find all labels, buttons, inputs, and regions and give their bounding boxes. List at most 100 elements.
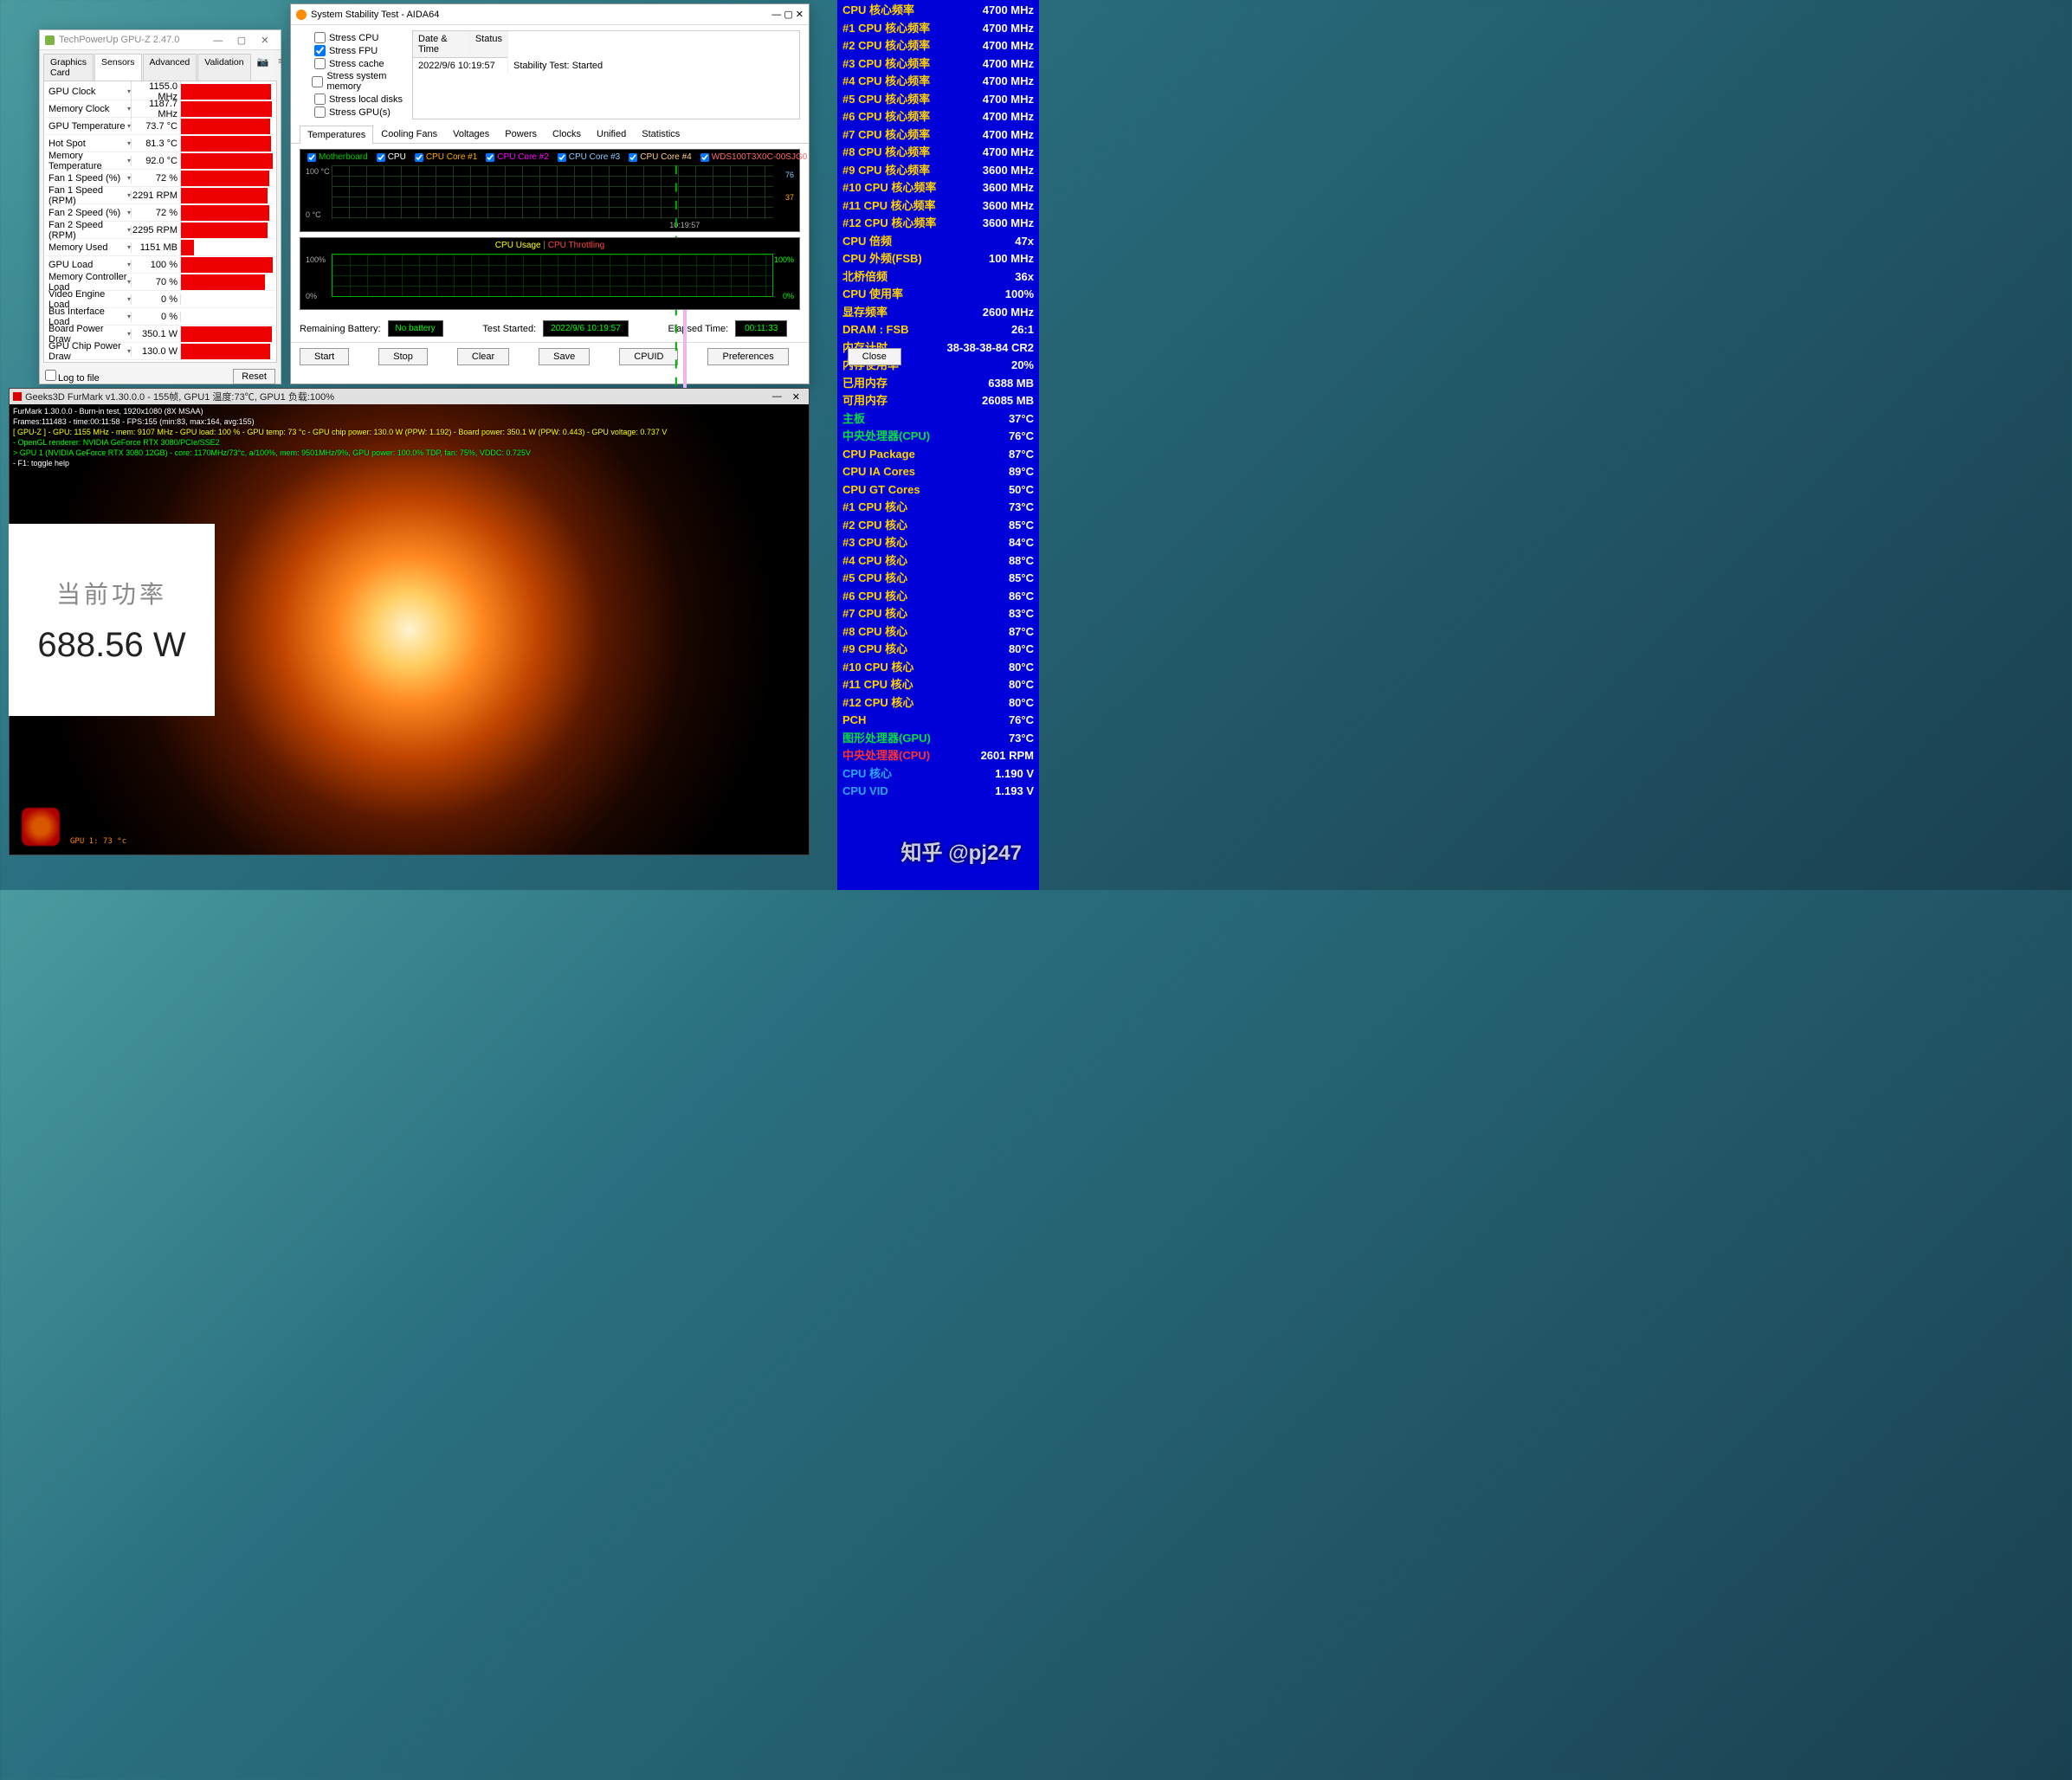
stress-check-stress-cpu[interactable]: Stress CPU xyxy=(300,32,403,43)
osd-row: CPU GT Cores50°C xyxy=(842,481,1034,500)
minimize-button[interactable]: — xyxy=(767,391,787,402)
legend-item[interactable]: WDS100T3X0C-00SJG0 xyxy=(700,152,808,162)
log-to-file-checkbox[interactable]: Log to file xyxy=(45,370,100,384)
legend-item[interactable]: CPU Core #1 xyxy=(415,152,477,162)
usage-chart: CPU Usage | CPU Throttling 100% 0% 100% … xyxy=(300,237,800,310)
status-text: Stability Test: Started xyxy=(508,58,799,74)
osd-row: #6 CPU 核心频率4700 MHz xyxy=(842,108,1034,126)
subtab-voltages[interactable]: Voltages xyxy=(445,125,497,143)
power-value: 688.56 W xyxy=(37,626,185,665)
osd-row: 图形处理器(GPU)73°C xyxy=(842,730,1034,748)
osd-row: CPU VID1.193 V xyxy=(842,783,1034,801)
subtab-powers[interactable]: Powers xyxy=(497,125,545,143)
osd-row: #1 CPU 核心频率4700 MHz xyxy=(842,20,1034,38)
osd-row: 显存频率2600 MHz xyxy=(842,304,1034,322)
camera-icon[interactable]: 📷 xyxy=(253,54,274,81)
stress-checks: Stress CPU Stress FPU Stress cache Stress s… xyxy=(300,30,403,119)
close-button[interactable]: ✕ xyxy=(796,10,804,20)
osd-row: 已用内存6388 MB xyxy=(842,375,1034,393)
overlay-line: [ GPU-Z ] - GPU: 1155 MHz - mem: 9107 MH… xyxy=(13,427,667,437)
aida-close-button[interactable]: Close xyxy=(848,348,901,365)
overlay-line: - F1: toggle help xyxy=(13,458,667,468)
temp-y-low: 0 °C xyxy=(306,210,321,219)
osd-panel: CPU 核心频率4700 MHz#1 CPU 核心频率4700 MHz#2 CP… xyxy=(837,0,1039,890)
temp-r-b: 37 xyxy=(785,193,794,202)
minimize-button[interactable]: — xyxy=(771,10,781,20)
osd-row: PCH76°C xyxy=(842,712,1034,730)
sensor-row[interactable]: Fan 1 Speed (RPM)▾2291 RPM xyxy=(46,187,274,204)
menu-icon[interactable]: ≡ xyxy=(274,54,287,81)
subtab-statistics[interactable]: Statistics xyxy=(634,125,687,143)
sensor-row[interactable]: GPU Temperature▾73.7 °C xyxy=(46,118,274,135)
osd-row: #10 CPU 核心80°C xyxy=(842,659,1034,677)
osd-row: #7 CPU 核心83°C xyxy=(842,605,1034,623)
minimize-button[interactable]: — xyxy=(208,35,229,46)
legend-item[interactable]: CPU Core #3 xyxy=(558,152,620,162)
maximize-button[interactable]: ▢ xyxy=(231,35,252,46)
maximize-button[interactable]: ▢ xyxy=(784,10,792,20)
temp-legend: Motherboard CPU CPU Core #1 CPU Core #2 CPU … xyxy=(307,152,807,162)
osd-row: CPU 外频(FSB)100 MHz xyxy=(842,250,1034,268)
osd-row: #10 CPU 核心频率3600 MHz xyxy=(842,179,1034,197)
stress-check-stress-system-memory[interactable]: Stress system memory xyxy=(300,71,403,92)
close-button[interactable]: ✕ xyxy=(787,391,805,403)
furmark-titlebar[interactable]: Geeks3D FurMark v1.30.0.0 - 155帧, GPU1 温… xyxy=(10,389,809,404)
status-date: 2022/9/6 10:19:57 xyxy=(413,58,508,74)
osd-row: 中央处理器(CPU)2601 RPM xyxy=(842,747,1034,765)
subtab-unified[interactable]: Unified xyxy=(589,125,634,143)
usage-r-lo: 0% xyxy=(783,292,794,300)
sensor-row[interactable]: Memory Temperature▾92.0 °C xyxy=(46,152,274,170)
watermark: 知乎 @pj247 xyxy=(901,835,1022,866)
gpuz-title: TechPowerUp GPU-Z 2.47.0 xyxy=(59,35,208,45)
osd-row: #9 CPU 核心80°C xyxy=(842,641,1034,659)
subtab-temperatures[interactable]: Temperatures xyxy=(300,126,373,144)
osd-row: 中央处理器(CPU)76°C xyxy=(842,428,1034,446)
osd-row: #7 CPU 核心频率4700 MHz xyxy=(842,126,1034,145)
osd-row: #3 CPU 核心频率4700 MHz xyxy=(842,55,1034,74)
osd-row: 主板37°C xyxy=(842,410,1034,429)
osd-row: CPU IA Cores89°C xyxy=(842,463,1034,481)
overlay-line: FurMark 1.30.0.0 - Burn-in test, 1920x10… xyxy=(13,406,667,416)
osd-row: 可用内存26085 MB xyxy=(842,392,1034,410)
subtab-clocks[interactable]: Clocks xyxy=(545,125,589,143)
usage-r-hi: 100% xyxy=(774,255,794,264)
stress-check-stress-fpu[interactable]: Stress FPU xyxy=(300,45,403,56)
sensor-row[interactable]: Memory Clock▾1187.7 MHz xyxy=(46,100,274,118)
usage-y-lo: 0% xyxy=(306,292,317,300)
overlay-line: - OpenGL renderer: NVIDIA GeForce RTX 30… xyxy=(13,437,667,448)
overlay-line: > GPU 1 (NVIDIA GeForce RTX 3080 12GB) -… xyxy=(13,448,667,458)
furmark-temp-strip: GPU 1: 73 °c xyxy=(70,837,126,846)
subtab-cooling fans[interactable]: Cooling Fans xyxy=(373,125,445,143)
reset-button[interactable]: Reset xyxy=(233,369,275,384)
sensor-row[interactable]: GPU Chip Power Draw▾130.0 W xyxy=(46,343,274,360)
osd-row: #8 CPU 核心87°C xyxy=(842,623,1034,642)
sensor-row[interactable]: Memory Used▾1151 MB xyxy=(46,239,274,256)
tab-graphics-card[interactable]: Graphics Card xyxy=(43,54,94,81)
aida-titlebar[interactable]: System Stability Test - AIDA64 — ▢ ✕ xyxy=(291,4,809,25)
aida-title: System Stability Test - AIDA64 xyxy=(311,10,771,20)
power-panel: 当前功率 688.56 W xyxy=(9,524,215,716)
legend-item[interactable]: CPU xyxy=(377,152,406,162)
furmark-icon xyxy=(13,392,22,401)
stress-check-stress-cache[interactable]: Stress cache xyxy=(300,58,403,69)
osd-row: #1 CPU 核心73°C xyxy=(842,499,1034,517)
overlay-line: Frames:111483 - time:00:11:58 - FPS:155 … xyxy=(13,416,667,427)
osd-row: #6 CPU 核心86°C xyxy=(842,588,1034,606)
sensor-row[interactable]: Fan 2 Speed (RPM)▾2295 RPM xyxy=(46,222,274,239)
stress-check-stress-local-disks[interactable]: Stress local disks xyxy=(300,94,403,105)
stress-check-stress-gpu-s-[interactable]: Stress GPU(s) xyxy=(300,106,403,118)
gpuz-icon xyxy=(45,35,55,45)
usage-caption: CPU Usage | CPU Throttling xyxy=(300,241,799,250)
osd-row: #11 CPU 核心频率3600 MHz xyxy=(842,197,1034,216)
gpuz-titlebar[interactable]: TechPowerUp GPU-Z 2.47.0 — ▢ ✕ xyxy=(40,30,281,50)
close-button[interactable]: ✕ xyxy=(255,35,275,46)
tab-sensors[interactable]: Sensors xyxy=(94,54,142,81)
legend-item[interactable]: CPU Core #2 xyxy=(486,152,548,162)
legend-item[interactable]: Motherboard xyxy=(307,152,368,162)
osd-row: #5 CPU 核心85°C xyxy=(842,570,1034,588)
legend-item[interactable]: CPU Core #4 xyxy=(629,152,691,162)
tab-validation[interactable]: Validation xyxy=(197,54,250,81)
osd-row: #12 CPU 核心频率3600 MHz xyxy=(842,215,1034,233)
temp-r-a: 76 xyxy=(785,171,794,179)
tab-advanced[interactable]: Advanced xyxy=(143,54,197,81)
